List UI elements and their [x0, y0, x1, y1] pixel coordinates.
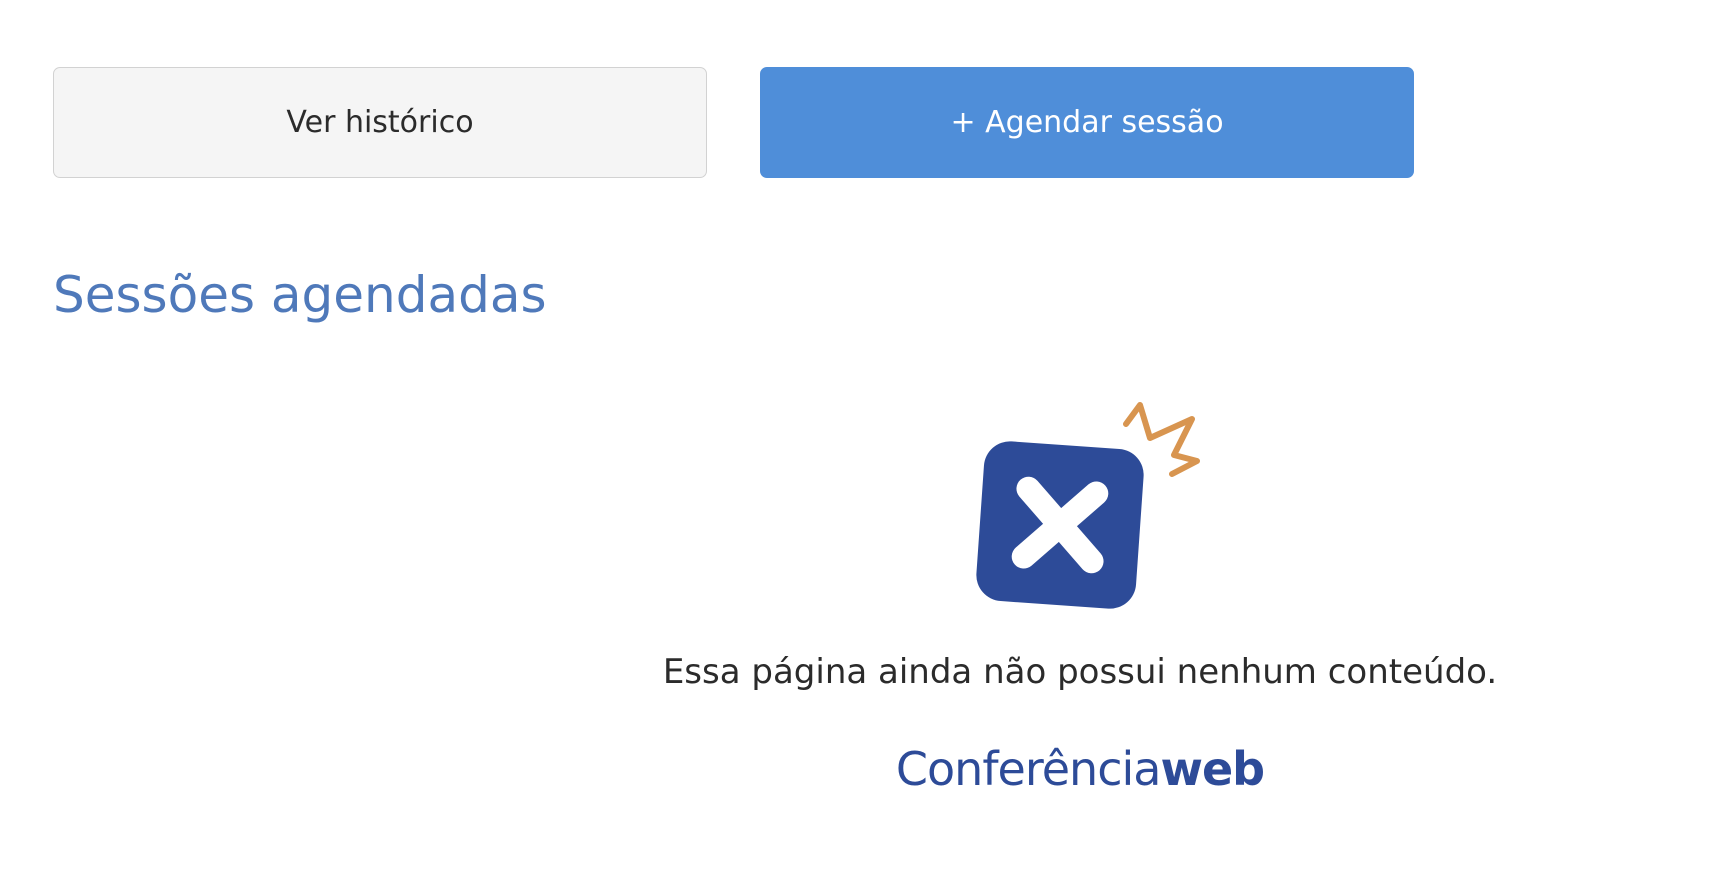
view-history-button[interactable]: Ver histórico: [53, 67, 707, 178]
schedule-session-button[interactable]: + Agendar sessão: [760, 67, 1414, 178]
brand-logo-light: Conferência: [895, 742, 1162, 796]
empty-state: Essa página ainda não possui nenhum cont…: [560, 380, 1600, 820]
page: Ver histórico + Agendar sessão Sessões a…: [0, 0, 1728, 883]
brand-logo: Conferênciaweb: [560, 742, 1600, 796]
section-title: Sessões agendadas: [53, 266, 547, 324]
brand-logo-bold: web: [1160, 742, 1265, 796]
empty-message: Essa página ainda não possui nenhum cont…: [662, 652, 1498, 692]
close-square-icon: [976, 402, 1200, 609]
